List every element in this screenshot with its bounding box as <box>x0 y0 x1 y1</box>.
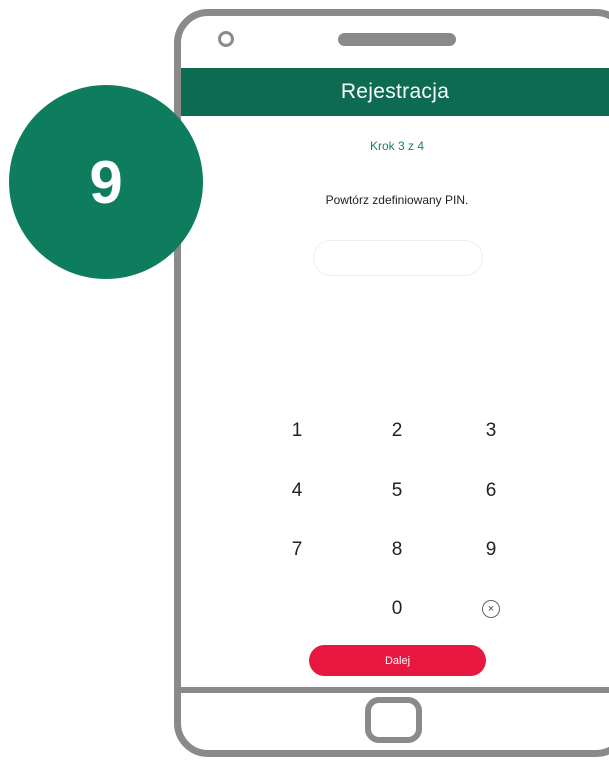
key-7[interactable]: 7 <box>267 530 327 570</box>
key-5[interactable]: 5 <box>367 471 427 511</box>
speaker-icon <box>338 33 456 46</box>
key-6[interactable]: 6 <box>461 471 521 511</box>
pin-input[interactable] <box>313 240 483 276</box>
home-button-icon[interactable] <box>365 697 422 743</box>
page-title: Rejestracja <box>340 80 450 103</box>
key-9[interactable]: 9 <box>461 530 521 570</box>
delete-icon: × <box>482 600 500 618</box>
key-1[interactable]: 1 <box>267 411 327 451</box>
key-8[interactable]: 8 <box>367 530 427 570</box>
step-badge: 9 <box>9 85 203 279</box>
key-0[interactable]: 0 <box>367 589 427 629</box>
camera-icon <box>218 31 234 47</box>
step-indicator: Krok 3 z 4 <box>369 139 425 153</box>
phone-divider <box>181 687 609 693</box>
phone-screen: Rejestracja Krok 3 z 4 Powtórz zdefiniow… <box>181 68 609 687</box>
key-2[interactable]: 2 <box>367 411 427 451</box>
key-3[interactable]: 3 <box>461 411 521 451</box>
app-header: Rejestracja <box>181 68 609 116</box>
pin-instruction: Powtórz zdefiniowany PIN. <box>325 193 469 207</box>
delete-key[interactable]: × <box>461 589 521 629</box>
next-button[interactable]: Dalej <box>309 645 486 676</box>
badge-number: 9 <box>89 148 123 216</box>
key-4[interactable]: 4 <box>267 471 327 511</box>
